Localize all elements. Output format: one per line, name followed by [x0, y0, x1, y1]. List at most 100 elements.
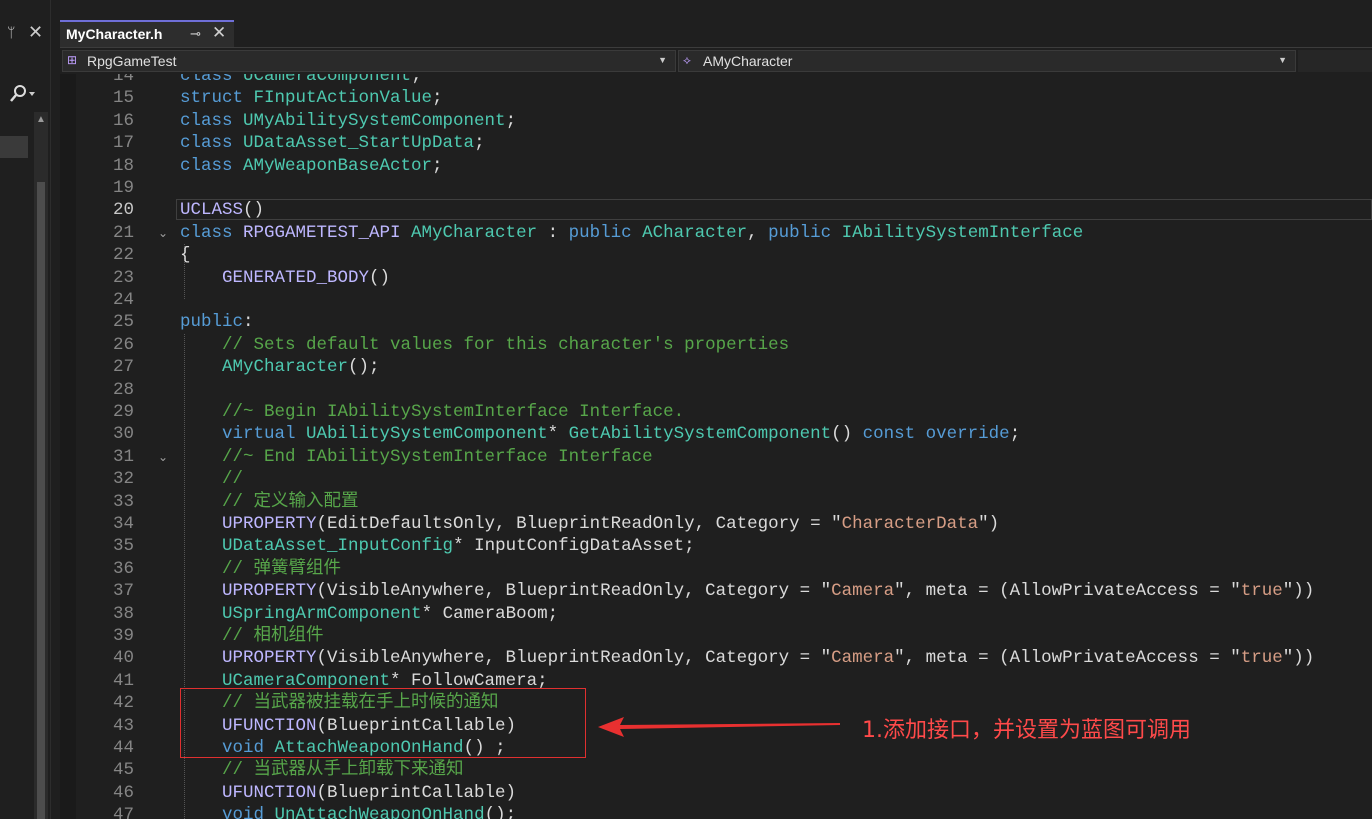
line-number: 42 [112, 693, 134, 714]
code-line[interactable]: 45 // 当武器从手上卸载下来通知 [60, 759, 1372, 781]
fold-toggle-icon[interactable]: ⌄ [158, 446, 168, 468]
code-token: (VisibleAnywhere, BlueprintReadOnly, Cat… [316, 648, 832, 669]
code-line[interactable]: 18 class AMyWeaponBaseActor; [60, 155, 1372, 177]
line-number: 25 [112, 312, 134, 333]
code-line[interactable]: 38 USpringArmComponent* CameraBoom; [60, 603, 1372, 625]
code-line[interactable]: 37 UPROPERTY(VisibleAnywhere, BlueprintR… [60, 580, 1372, 602]
code-line[interactable]: 21 ⌄ class RPGGAMETEST_API AMyCharacter : … [60, 222, 1372, 244]
code-text: //~ End IAbilitySystemInterface Interfac… [180, 446, 653, 468]
code-token: // 相机组件 [222, 626, 324, 646]
close-icon[interactable]: ✕ [28, 22, 43, 43]
code-token: public [180, 312, 244, 333]
code-token: RPGGAMETEST_API [243, 222, 412, 243]
code-token: FInputActionValue [253, 88, 433, 109]
pin-tab-icon[interactable]: ⊸ [190, 26, 201, 42]
line-number: 30 [112, 424, 134, 445]
code-text: UPROPERTY(VisibleAnywhere, BlueprintRead… [180, 647, 1314, 669]
code-line[interactable]: 27 AMyCharacter(); [60, 356, 1372, 378]
code-text: class UCameraComponent; [180, 74, 422, 87]
code-line[interactable]: 31 ⌄ //~ End IAbilitySystemInterface Inte… [60, 446, 1372, 468]
code-line[interactable]: 24 [60, 289, 1372, 311]
fold-toggle-icon[interactable]: ⌄ [158, 222, 168, 244]
left-dock-panel: ᛘ ✕ ▲ [0, 0, 51, 819]
line-number: 44 [112, 738, 134, 758]
code-token: class [180, 222, 244, 243]
left-panel-selected-item[interactable] [0, 136, 28, 158]
code-line[interactable]: 47 void UnAttachWeaponOnHand(); [60, 804, 1372, 819]
code-text: UCLASS() [180, 199, 264, 221]
code-token: UnAttachWeaponOnHand [274, 805, 485, 819]
member-dropdown[interactable] [1298, 50, 1372, 72]
annotation-text: 1.添加接口，并设置为蓝图可调用 [862, 718, 1191, 743]
scrollbar-thumb[interactable] [37, 182, 45, 819]
code-line[interactable]: 36 // 弹簧臂组件 [60, 558, 1372, 580]
code-token: (BlueprintCallable) [316, 782, 517, 803]
code-token: : [537, 222, 569, 243]
pin-icon[interactable]: ᛘ [7, 24, 15, 40]
line-number: 15 [112, 88, 134, 109]
code-line[interactable]: 30 virtual UAbilitySystemComponent* GetA… [60, 423, 1372, 445]
code-line[interactable]: 32 // [60, 468, 1372, 490]
code-line[interactable]: 28 [60, 379, 1372, 401]
code-token: ") [978, 514, 1000, 534]
left-panel-scrollbar[interactable]: ▲ [34, 112, 48, 819]
chevron-down-icon: ▼ [658, 55, 667, 65]
code-line[interactable]: 35 UDataAsset_InputConfig* InputConfigDa… [60, 535, 1372, 557]
line-number: 23 [112, 267, 134, 288]
code-token: IAbilitySystemInterface [841, 222, 1084, 243]
code-token: ; [505, 110, 517, 131]
code-text: UPROPERTY(EditDefaultsOnly, BlueprintRea… [180, 513, 999, 535]
code-line[interactable]: 14 class UCameraComponent; [60, 74, 1372, 87]
line-number: 28 [112, 379, 134, 400]
code-token: ; [411, 74, 422, 86]
line-number: 29 [112, 402, 134, 422]
line-number: 22 [112, 245, 134, 266]
code-line[interactable]: 29 //~ Begin IAbilitySystemInterface Int… [60, 401, 1372, 423]
code-line[interactable]: 25 public: [60, 311, 1372, 333]
code-token: USpringArmComponent [222, 603, 422, 624]
line-number: 24 [112, 290, 134, 310]
project-dropdown[interactable]: ⊞ RpgGameTest ▼ [62, 50, 676, 72]
code-text: // Sets default values for this characte… [180, 334, 789, 356]
line-number: 31 [112, 446, 134, 467]
code-token: class [180, 133, 244, 154]
annotation-highlight-box [180, 688, 586, 758]
code-token: GetAbilitySystemComponent [568, 424, 832, 445]
code-line[interactable]: 39 // 相机组件 [60, 625, 1372, 647]
code-line[interactable]: 23 GENERATED_BODY() [60, 267, 1372, 289]
code-line[interactable]: 20 UCLASS() [60, 199, 1372, 221]
search-icon[interactable] [8, 84, 48, 106]
line-number: 39 [112, 626, 134, 646]
code-token: () [369, 267, 391, 288]
code-line[interactable]: 33 // 定义输入配置 [60, 491, 1372, 513]
code-line[interactable]: 19 [60, 177, 1372, 199]
code-line[interactable]: 15 struct FInputActionValue; [60, 87, 1372, 109]
class-dropdown[interactable]: ⟡ AMyCharacter ▼ [678, 50, 1296, 72]
code-line[interactable]: 26 // Sets default values for this chara… [60, 334, 1372, 356]
code-text: class AMyWeaponBaseActor; [180, 155, 443, 177]
code-token: AMyCharacter [411, 222, 538, 243]
code-line[interactable]: 22 { [60, 244, 1372, 266]
code-line[interactable]: 40 UPROPERTY(VisibleAnywhere, BlueprintR… [60, 647, 1372, 669]
code-token: ; [432, 88, 443, 109]
code-text: AMyCharacter(); [180, 356, 380, 378]
tab-mycharacter-h[interactable]: MyCharacter.h ⊸ ✕ [60, 20, 234, 47]
scroll-up-icon[interactable]: ▲ [36, 114, 46, 125]
code-token: Camera [831, 648, 895, 669]
code-token: UDataAsset_InputConfig [222, 536, 454, 557]
code-line[interactable]: 46 UFUNCTION(BlueprintCallable) [60, 782, 1372, 804]
code-token: // [222, 469, 244, 490]
close-tab-icon[interactable]: ✕ [212, 23, 226, 43]
document-tab-bar: MyCharacter.h ⊸ ✕ [60, 20, 1372, 48]
code-line[interactable]: 34 UPROPERTY(EditDefaultsOnly, Blueprint… [60, 513, 1372, 535]
code-line[interactable]: 17 class UDataAsset_StartUpData; [60, 132, 1372, 154]
code-line[interactable]: 16 class UMyAbilitySystemComponent; [60, 110, 1372, 132]
code-token: class [180, 74, 244, 86]
